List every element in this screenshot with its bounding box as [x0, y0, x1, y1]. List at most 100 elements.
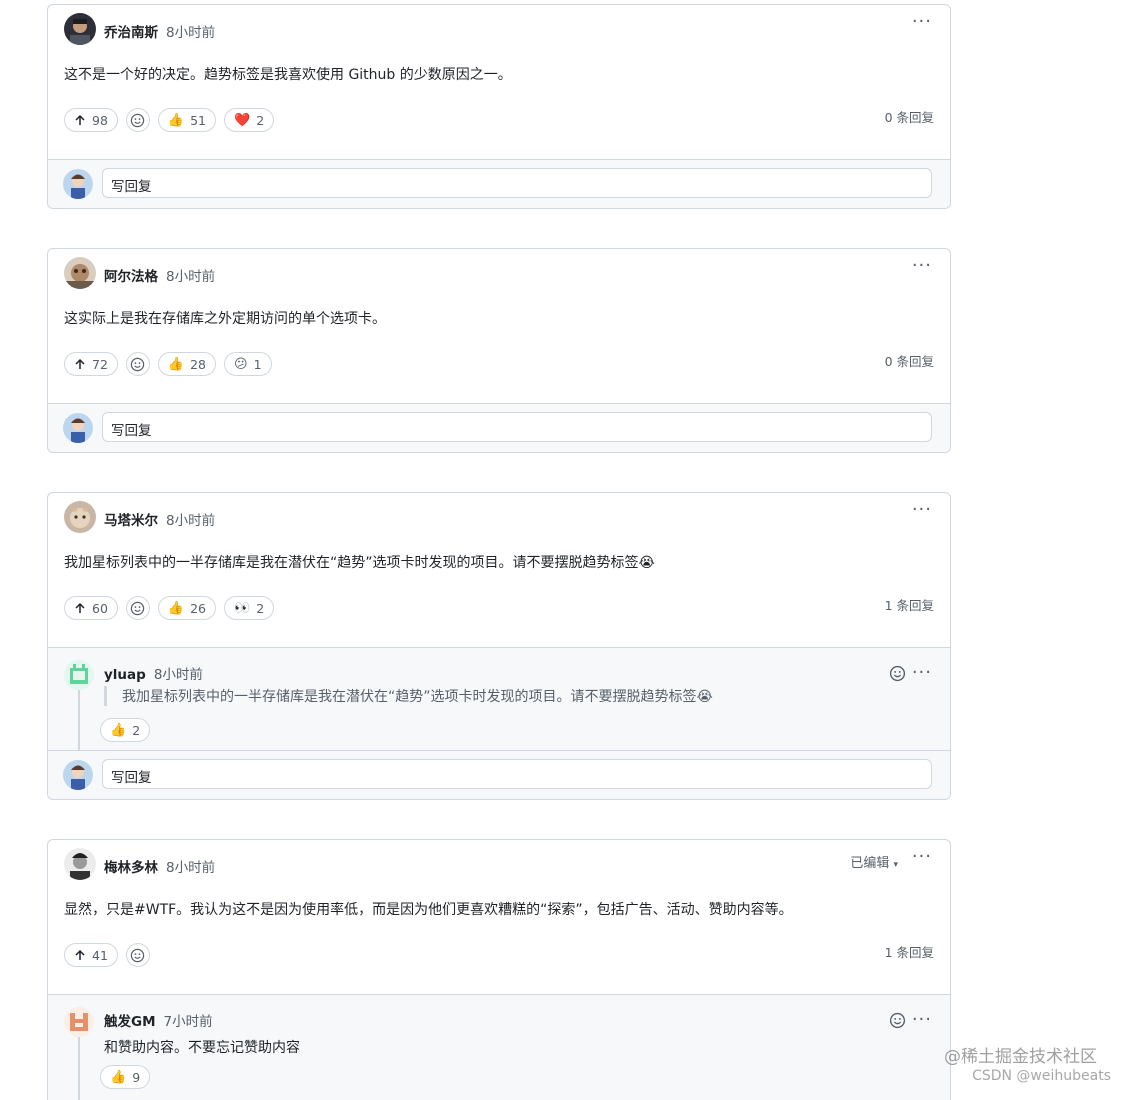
- reaction-eyes[interactable]: 👀 2: [224, 596, 275, 620]
- timestamp[interactable]: 8小时前: [166, 269, 215, 285]
- reactions-row: 41: [64, 943, 150, 967]
- reply-input[interactable]: 写回复: [102, 759, 932, 789]
- add-reaction-button[interactable]: [125, 943, 150, 967]
- comment-author[interactable]: 阿尔法格 8小时前: [104, 265, 215, 285]
- eyes-icon: 👀: [234, 600, 251, 616]
- timestamp[interactable]: 8小时前: [166, 513, 215, 529]
- reaction-thumbsup[interactable]: 👍 9: [100, 1065, 151, 1089]
- smiley-icon: [131, 948, 145, 962]
- current-user-avatar: [63, 413, 93, 443]
- comment-post: 阿尔法格 8小时前 ··· 这实际上是我在存储库之外定期访问的单个选项卡。 72 …: [48, 249, 950, 403]
- comment-post: 马塔米尔 8小时前 ··· 我加星标列表中的一半存储库是我在潜伏在“趋势”选项卡时…: [48, 493, 950, 647]
- reaction-count: 1: [253, 356, 262, 372]
- reactions-row: 👍 2: [100, 718, 151, 742]
- avatar[interactable]: [64, 13, 96, 45]
- upvote-count: 60: [92, 600, 108, 616]
- reply-body: 和赞助内容。不要忘记赞助内容: [104, 1040, 300, 1056]
- edited-label: 已编辑: [850, 856, 890, 871]
- replies-count: 1 条回复: [884, 598, 934, 613]
- reaction-confused[interactable]: 😕 1: [224, 352, 272, 376]
- reply-input[interactable]: 写回复: [102, 168, 932, 198]
- kebab-icon[interactable]: ···: [912, 257, 932, 275]
- reaction-count: 2: [256, 600, 265, 616]
- reply-bar: 写回复: [48, 750, 950, 799]
- reactions-row: 72 👍 28 😕 1: [64, 352, 272, 376]
- reply-bar: 写回复: [48, 159, 950, 208]
- nested-reply: yluap 8小时前 ··· 我加星标列表中的一半存储库是我在潜伏在“趋势”选项卡…: [48, 647, 950, 750]
- thread-line: [78, 1037, 80, 1100]
- upvote-button[interactable]: 98: [64, 108, 118, 132]
- edited-dropdown[interactable]: 已编辑 ▾: [850, 852, 898, 871]
- replies-count: 0 条回复: [884, 110, 934, 125]
- author-name[interactable]: yluap: [104, 667, 146, 683]
- reply-input[interactable]: 写回复: [102, 412, 932, 442]
- timestamp[interactable]: 7小时前: [164, 1014, 213, 1030]
- reaction-count: 51: [190, 112, 206, 128]
- reactions-row: 60 👍 26 👀 2: [64, 596, 275, 620]
- author-name[interactable]: 马塔米尔: [104, 513, 158, 529]
- reactions-row: 98 👍 51 ❤️ 2: [64, 108, 275, 132]
- thumbsup-icon: 👍: [167, 112, 185, 128]
- avatar[interactable]: [64, 1007, 94, 1037]
- replies-count: 1 条回复: [884, 945, 934, 960]
- reply-bar: 写回复: [48, 403, 950, 452]
- comment-author[interactable]: 马塔米尔 8小时前: [104, 509, 215, 529]
- reply-author[interactable]: 触发GM 7小时前: [104, 1010, 213, 1030]
- kebab-icon[interactable]: ···: [912, 664, 932, 682]
- reaction-thumbsup[interactable]: 👍 28: [157, 352, 216, 376]
- smiley-icon: [889, 665, 906, 682]
- add-reaction-button[interactable]: [125, 596, 150, 620]
- thumbsup-icon: 👍: [167, 600, 185, 616]
- confused-icon: 😕: [234, 356, 248, 372]
- replies-count: 0 条回复: [884, 354, 934, 369]
- comment-author[interactable]: 乔治南斯 8小时前: [104, 21, 215, 41]
- comment-author[interactable]: 梅林多林 8小时前: [104, 856, 215, 876]
- reaction-thumbsup[interactable]: 👍 2: [100, 718, 151, 742]
- triangle-down-icon: ▾: [893, 860, 898, 870]
- add-reaction-button[interactable]: [889, 1012, 906, 1033]
- reply-author[interactable]: yluap 8小时前: [104, 663, 203, 683]
- avatar[interactable]: [64, 257, 96, 289]
- reply-quote: 我加星标列表中的一半存储库是我在潜伏在“趋势”选项卡时发现的项目。请不要摆脱趋势…: [104, 686, 713, 706]
- timestamp[interactable]: 8小时前: [154, 667, 203, 683]
- thumbsup-icon: 👍: [167, 356, 185, 372]
- upvote-button[interactable]: 41: [64, 943, 118, 967]
- upvote-button[interactable]: 60: [64, 596, 118, 620]
- smiley-icon: [131, 113, 145, 127]
- kebab-icon[interactable]: ···: [912, 1011, 932, 1029]
- avatar[interactable]: [64, 848, 96, 880]
- kebab-icon[interactable]: ···: [912, 848, 932, 866]
- reaction-thumbsup[interactable]: 👍 26: [157, 596, 216, 620]
- thread-line: [78, 690, 80, 750]
- reaction-count: 26: [190, 600, 206, 616]
- add-reaction-button[interactable]: [889, 665, 906, 686]
- avatar[interactable]: [64, 501, 96, 533]
- kebab-icon[interactable]: ···: [912, 13, 932, 31]
- current-user-avatar: [63, 169, 93, 199]
- timestamp[interactable]: 8小时前: [166, 860, 215, 876]
- author-name[interactable]: 触发GM: [104, 1014, 156, 1030]
- comment-body: 显然，只是#WTF。我认为这不是因为使用率低，而是因为他们更喜欢糟糕的“探索”，…: [64, 902, 793, 918]
- current-user-avatar: [63, 760, 93, 790]
- reaction-heart[interactable]: ❤️ 2: [224, 108, 275, 132]
- reaction-count: 28: [190, 356, 206, 372]
- add-reaction-button[interactable]: [125, 108, 150, 132]
- thumbsup-icon: 👍: [110, 1069, 127, 1085]
- add-reaction-button[interactable]: [125, 352, 150, 376]
- reaction-count: 2: [132, 722, 141, 738]
- nested-reply: 触发GM 7小时前 ··· 和赞助内容。不要忘记赞助内容 👍 9: [48, 994, 950, 1100]
- discussion-comment: 梅林多林 8小时前 已编辑 ▾ ··· 显然，只是#WTF。我认为这不是因为使用率…: [47, 839, 951, 1100]
- smiley-icon: [131, 357, 145, 371]
- author-name[interactable]: 乔治南斯: [104, 25, 158, 41]
- author-name[interactable]: 梅林多林: [104, 860, 158, 876]
- upvote-button[interactable]: 72: [64, 352, 118, 376]
- arrow-up-icon: [75, 358, 85, 369]
- reaction-thumbsup[interactable]: 👍 51: [157, 108, 216, 132]
- avatar[interactable]: [64, 660, 94, 690]
- timestamp[interactable]: 8小时前: [166, 25, 215, 41]
- upvote-count: 41: [92, 947, 108, 963]
- upvote-count: 72: [92, 356, 108, 372]
- author-name[interactable]: 阿尔法格: [104, 269, 158, 285]
- discussion-comment: 阿尔法格 8小时前 ··· 这实际上是我在存储库之外定期访问的单个选项卡。 72 …: [47, 248, 951, 453]
- kebab-icon[interactable]: ···: [912, 501, 932, 519]
